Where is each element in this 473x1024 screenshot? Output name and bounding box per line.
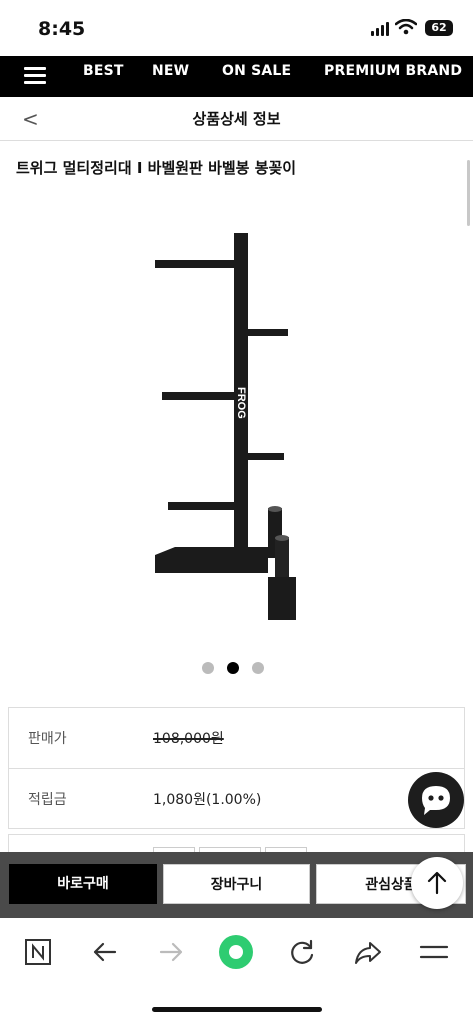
points-value: 1,080원(1.00%): [153, 792, 262, 808]
chat-icon: [422, 786, 450, 815]
price-row: 판매가 108,000원: [9, 708, 464, 767]
carousel-indicator: [202, 662, 264, 674]
carousel-dot[interactable]: [202, 662, 214, 674]
product-image[interactable]: FROG: [140, 225, 320, 625]
sub-header: < 상품상세 정보: [0, 97, 473, 141]
add-to-cart-button[interactable]: 장바구니: [163, 864, 310, 904]
nav-item-on-sale[interactable]: ON SALE: [222, 63, 291, 79]
scroll-to-top-button[interactable]: [411, 857, 463, 909]
home-indicator: [152, 1007, 322, 1012]
points-label: 적립금: [28, 792, 67, 808]
menu-icon[interactable]: [24, 64, 46, 88]
naver-green-dot-icon[interactable]: [218, 934, 254, 970]
chat-button[interactable]: [408, 772, 464, 828]
cellular-signal-icon: [371, 22, 389, 36]
refresh-icon[interactable]: [284, 934, 320, 970]
battery-icon: 62: [425, 20, 453, 36]
arrow-up-icon: [427, 871, 447, 895]
points-row: 적립금 1,080원(1.00%): [9, 768, 464, 828]
product-title: 트위그 멀티정리대 I 바벨원판 바벨봉 봉꽂이: [16, 159, 297, 177]
product-brand-mark: FROG: [235, 387, 247, 419]
forward-arrow-icon[interactable]: [153, 934, 189, 970]
nav-item-premium-brand[interactable]: PREMIUM BRAND: [324, 63, 462, 79]
price-value: 108,000원: [153, 731, 224, 747]
carousel-dot[interactable]: [252, 662, 264, 674]
nav-item-new[interactable]: NEW: [152, 63, 189, 79]
carousel-dot-active[interactable]: [227, 662, 239, 674]
top-navigation: BEST NEW ON SALE PREMIUM BRAND: [0, 56, 473, 97]
buy-now-button[interactable]: 바로구매: [9, 864, 157, 904]
back-arrow-icon[interactable]: [87, 934, 123, 970]
status-bar: 8:45 62: [0, 0, 473, 56]
price-label: 판매가: [28, 731, 67, 747]
hamburger-menu-icon[interactable]: [416, 934, 452, 970]
status-time: 8:45: [38, 18, 86, 40]
nav-item-best[interactable]: BEST: [83, 63, 124, 79]
wifi-icon: [395, 19, 417, 35]
purchase-action-bar: 바로구매 장바구니 관심상품: [0, 852, 473, 918]
scrollbar[interactable]: [467, 160, 470, 226]
share-icon[interactable]: [350, 934, 386, 970]
naver-icon[interactable]: [20, 934, 56, 970]
price-info-table: 판매가 108,000원 적립금 1,080원(1.00%): [8, 707, 465, 829]
page-title: 상품상세 정보: [192, 110, 281, 128]
